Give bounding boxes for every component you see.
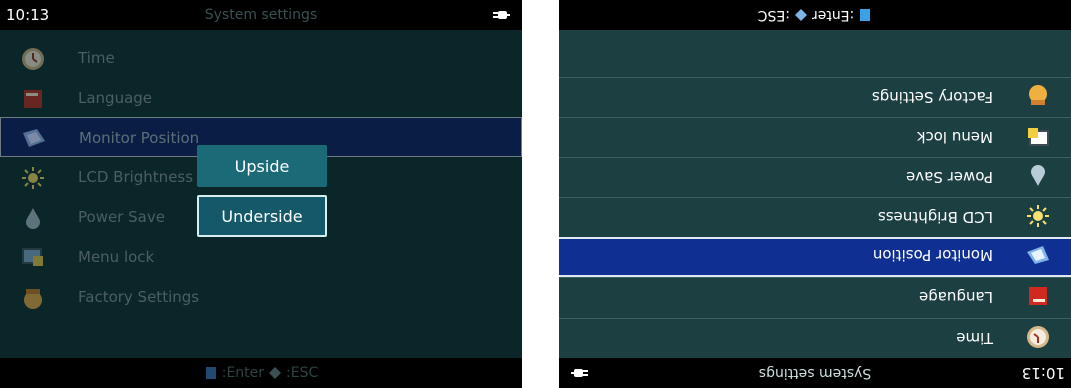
bottom-bar: :Enter :ESC [559, 0, 1071, 30]
menu-item-label: Time [956, 329, 993, 347]
factory-icon [20, 285, 46, 311]
menu-item-label: LCD Brightness [78, 168, 194, 186]
lock-icon [20, 245, 46, 271]
menu-item-label: Power Save [78, 208, 165, 226]
menu-item-language[interactable]: Language [559, 277, 1071, 317]
power-plug-icon [493, 11, 510, 19]
monitor-icon [1025, 241, 1051, 267]
esc-hint: :ESC [757, 7, 790, 23]
menu-item-time[interactable]: Time [559, 318, 1071, 358]
upside-option[interactable]: Upside [197, 145, 327, 187]
nav-key-icon [794, 9, 807, 21]
bottom-bar: :Enter :ESC [0, 358, 522, 388]
menu-item-label: Factory Settings [78, 288, 200, 306]
monitor-icon [21, 126, 47, 152]
menu-item-label: Factory Settings [871, 88, 993, 106]
menu-item-lcd-brightness[interactable]: LCD Brightness [559, 197, 1071, 237]
key-hint: :Enter :ESC [559, 7, 1071, 23]
menu-item-time[interactable]: Time [0, 38, 522, 78]
screen-title: System settings [204, 7, 318, 23]
position-popup: Upside Underside [197, 145, 329, 245]
enter-key-icon [860, 9, 871, 21]
menu-item-label: Language [918, 288, 993, 306]
menu-item-label: Language [78, 89, 153, 107]
book-icon [1025, 283, 1051, 309]
menu-item-menu-lock[interactable]: Menu lock [559, 117, 1071, 157]
title-bar: 10:13 System settings [0, 0, 522, 30]
screen-title: System settings [758, 365, 872, 381]
enter-hint: :Enter [811, 7, 855, 23]
nav-key-icon [269, 367, 282, 379]
sun-icon [20, 165, 46, 191]
menu-item-language[interactable]: Language [0, 78, 522, 118]
menu-item-label: LCD Brightness [877, 208, 993, 226]
lock-icon [1025, 123, 1051, 149]
left-screen: 10:13 System settings Time Language Moni… [0, 0, 522, 388]
drop-icon [1025, 163, 1051, 189]
sun-icon [1025, 203, 1051, 229]
clock-icon [1025, 324, 1051, 350]
menu-item-label: Monitor Position [79, 129, 200, 147]
esc-hint: :ESC [286, 365, 319, 381]
menu-item-monitor-position[interactable]: Monitor Position [559, 237, 1071, 277]
menu-item-label: Menu lock [916, 128, 993, 146]
menu-item-label: Monitor Position [872, 246, 993, 264]
key-hint: :Enter :ESC [0, 365, 522, 381]
drop-icon [20, 205, 46, 231]
flipped-display: 10:13 System settings Time Language Moni… [559, 0, 1071, 388]
clock-icon [20, 46, 46, 72]
power-plug-icon [571, 369, 588, 377]
right-screen: 10:13 System settings Time Language Moni… [559, 0, 1071, 388]
menu-item-label: Time [78, 49, 115, 67]
menu-item-label: Menu lock [78, 248, 155, 266]
menu-item-factory-settings[interactable]: Factory Settings [0, 277, 522, 317]
factory-icon [1025, 83, 1051, 109]
enter-key-icon [205, 367, 216, 379]
enter-hint: :Enter [221, 365, 265, 381]
menu-item-factory-settings[interactable]: Factory Settings [559, 77, 1071, 117]
menu-item-label: Power Save [906, 168, 993, 186]
menu-item-power-save[interactable]: Power Save [559, 157, 1071, 197]
underside-option[interactable]: Underside [197, 195, 327, 237]
title-bar: 10:13 System settings [559, 358, 1071, 388]
book-icon [20, 86, 46, 112]
